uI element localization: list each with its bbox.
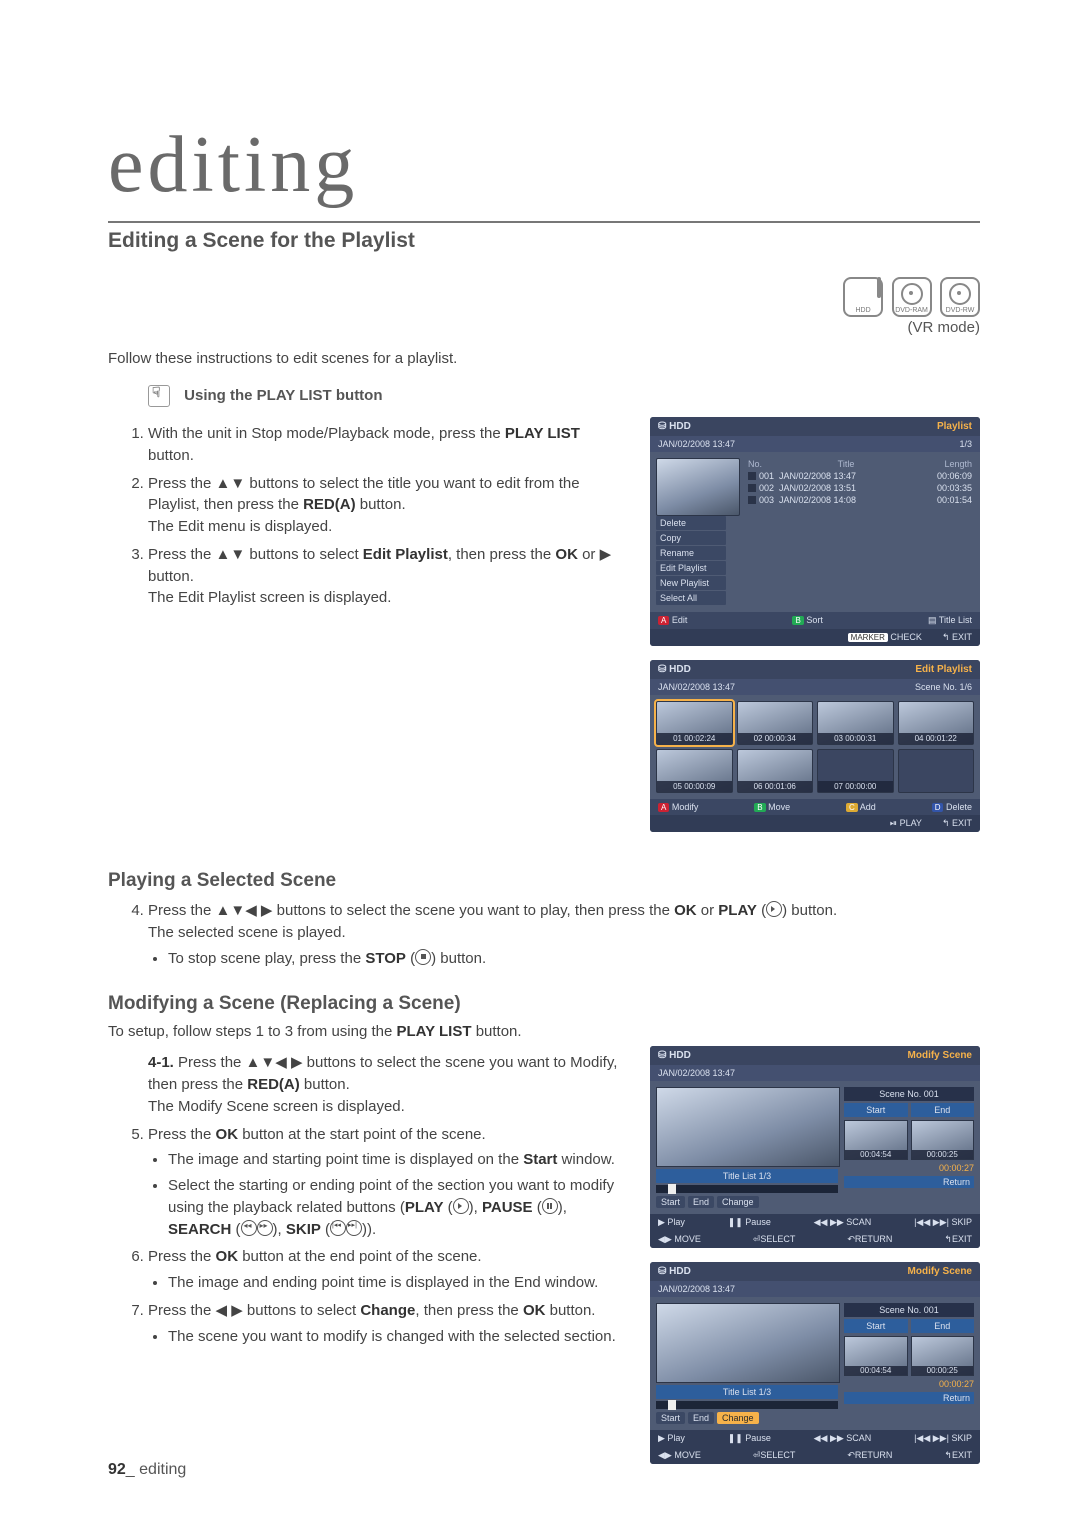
play-icon [453, 1198, 469, 1214]
search-back-icon [241, 1220, 257, 1236]
playlist-menu-item: New Playlist [656, 576, 726, 590]
step-6: Press the OK button at the end point of … [148, 1246, 630, 1294]
step-3: Press the ▲▼ buttons to select Edit Play… [148, 544, 630, 609]
modify-intro: To setup, follow steps 1 to 3 from using… [108, 1023, 980, 1040]
playlist-menu-item: Edit Playlist [656, 561, 726, 575]
osd-modify-scene-b: ⛁ HDDModify SceneJAN/02/2008 13:47Title … [650, 1262, 980, 1464]
pause-icon [542, 1198, 558, 1214]
playlist-thumbnail [656, 458, 740, 516]
skip-fwd-icon [346, 1220, 362, 1236]
heading-modifying-scene: Modifying a Scene (Replacing a Scene) [108, 993, 980, 1015]
osd-modify-scene-a: ⛁ HDDModify SceneJAN/02/2008 13:47Title … [650, 1046, 980, 1248]
playlist-menu-item: Select All [656, 591, 726, 605]
section-heading: Editing a Scene for the Playlist [108, 221, 980, 253]
steps-1-3: With the unit in Stop mode/Playback mode… [148, 423, 630, 609]
hdd-icon: HDD [843, 277, 883, 317]
playlist-menu-item: Delete [656, 516, 726, 530]
step-4-1: 4-1. Press the ▲▼◀ ▶ buttons to select t… [148, 1052, 630, 1117]
step-1: With the unit in Stop mode/Playback mode… [148, 423, 630, 467]
scene-cell [898, 749, 975, 793]
stop-icon [415, 949, 431, 965]
playlist-menu-item: Rename [656, 546, 726, 560]
step-2: Press the ▲▼ buttons to select the title… [148, 473, 630, 538]
playlist-menu-item: Copy [656, 531, 726, 545]
page-footer: 92_ editing [108, 1461, 186, 1479]
playlist-row: 003JAN/02/2008 14:0800:01:54 [746, 494, 974, 506]
step-5: Press the OK button at the start point o… [148, 1124, 630, 1241]
using-playlist-note: Using the PLAY LIST button [148, 385, 980, 407]
search-fwd-icon [257, 1220, 273, 1236]
dvd-rw-icon: DVD-RW [940, 277, 980, 317]
scene-cell: 02 00:00:34 [737, 701, 814, 745]
skip-back-icon [330, 1220, 346, 1236]
media-icons: HDD DVD-RAM DVD-RW [108, 277, 980, 317]
playlist-row: 002JAN/02/2008 13:5100:03:35 [746, 482, 974, 494]
steps-5-7: Press the OK button at the start point o… [148, 1124, 630, 1348]
chapter-title: editing [108, 120, 980, 211]
scene-cell: 04 00:01:22 [898, 701, 975, 745]
scene-cell: 01 00:02:24 [656, 701, 733, 745]
intro-text: Follow these instructions to edit scenes… [108, 350, 980, 367]
scene-cell: 07 00:00:00 [817, 749, 894, 793]
playlist-row: 001JAN/02/2008 13:4700:06:09 [746, 470, 974, 482]
hand-icon [148, 385, 170, 407]
play-icon [766, 901, 782, 917]
step-4-bullet: To stop scene play, press the STOP () bu… [168, 948, 970, 970]
osd-playlist: ⛁ HDD Playlist JAN/02/2008 13:47 1/3 Del… [650, 417, 980, 646]
modify-scene-preview [656, 1303, 840, 1383]
osd-edit-playlist: ⛁ HDD Edit Playlist JAN/02/2008 13:47 Sc… [650, 660, 980, 832]
step-4-list: Press the ▲▼◀ ▶ buttons to select the sc… [148, 900, 980, 969]
scene-cell: 06 00:01:06 [737, 749, 814, 793]
heading-playing-selected: Playing a Selected Scene [108, 870, 980, 892]
step-4: Press the ▲▼◀ ▶ buttons to select the sc… [148, 900, 980, 969]
scene-cell: 03 00:00:31 [817, 701, 894, 745]
scene-cell: 05 00:00:09 [656, 749, 733, 793]
vr-mode-label: (VR mode) [108, 319, 980, 336]
step-7: Press the ◀ ▶ buttons to select Change, … [148, 1300, 630, 1348]
dvd-ram-icon: DVD-RAM [892, 277, 932, 317]
modify-scene-preview [656, 1087, 840, 1167]
